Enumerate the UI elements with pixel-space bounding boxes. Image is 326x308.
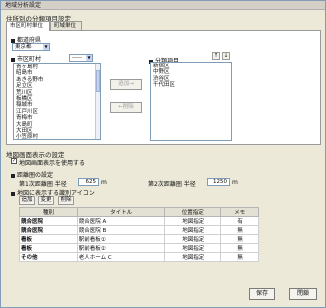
title-cell: 競合医院 A <box>76 216 166 226</box>
column-header-title[interactable]: タイトル <box>76 207 166 217</box>
classified-list-item[interactable]: 千代田区 <box>151 82 231 88</box>
icon-delete-button[interactable]: 削除 <box>58 196 74 205</box>
icon-add-button[interactable]: 追加 <box>19 196 35 205</box>
position-cell: 地図指定 <box>164 243 222 253</box>
first-radius-input[interactable]: 625 <box>78 178 99 186</box>
memo-cell: 有 <box>220 216 259 226</box>
table-row[interactable]: その他 老人ホーム C 地図指定無 <box>19 252 259 262</box>
save-button[interactable]: 保存 <box>249 288 275 300</box>
memo-cell: 無 <box>220 252 259 262</box>
first-radius-label: 第1次距離圏 半径 <box>19 181 67 188</box>
second-radius-unit: m <box>232 179 238 186</box>
city-list-item[interactable]: 小笠原村 <box>14 134 100 139</box>
city-filter-select[interactable]: ----- ▼ <box>69 54 93 62</box>
move-down-button[interactable]: ↓ <box>222 52 230 60</box>
table-row[interactable]: 競合医院 競合医院 B 地図指定無 <box>19 225 259 235</box>
radius-label: 距離圏の設定 <box>11 170 53 179</box>
bullet-icon <box>11 38 15 43</box>
type-cell: 看板 <box>19 243 78 253</box>
type-cell: 看板 <box>19 234 78 244</box>
scroll-thumb[interactable] <box>96 70 100 92</box>
title-cell: 老人ホーム C <box>76 252 166 262</box>
memo-cell: 無 <box>220 225 259 235</box>
table-row[interactable]: 競合医院 競合医院 A 地図指定有 <box>19 216 259 226</box>
title-cell: 駅前看板② <box>76 243 166 253</box>
bullet-icon <box>11 57 15 62</box>
tab-city-unit[interactable]: 市区町村単位 <box>6 21 50 31</box>
bullet-icon <box>11 173 15 178</box>
type-cell: 競合医院 <box>19 216 78 226</box>
chevron-down-icon: ▼ <box>43 44 49 50</box>
window-title: 地域分析設定 <box>1 1 325 10</box>
position-cell: 地図指定 <box>164 216 222 226</box>
position-cell: 地図指定 <box>164 234 222 244</box>
position-cell: 地図指定 <box>164 225 222 235</box>
bullet-icon <box>11 191 15 196</box>
memo-cell: 無 <box>220 234 259 244</box>
title-cell: 競合医院 B <box>76 225 166 235</box>
remove-button[interactable]: ←削除 <box>110 102 142 113</box>
type-cell: その他 <box>19 252 78 262</box>
second-radius-input[interactable]: 1250 <box>207 178 230 186</box>
map-display-checkbox[interactable]: ✓ <box>11 158 17 164</box>
map-display-label: 地図画面表示を使用する <box>19 160 86 167</box>
settings-window: 地域分析設定 住所別の分類項目設定 市区町村単位 町域単位 都道府県 東京都 ▼ … <box>0 0 326 308</box>
table-row[interactable]: 看板 駅前看板① 地図指定無 <box>19 234 259 244</box>
move-up-button[interactable]: ↑ <box>212 52 220 60</box>
city-label: 市区町村 <box>11 54 41 63</box>
type-cell: 競合医院 <box>19 225 78 235</box>
tab-town-unit[interactable]: 町域単位 <box>50 21 82 30</box>
memo-cell: 無 <box>220 243 259 253</box>
prefecture-select[interactable]: 東京都 ▼ <box>12 43 50 51</box>
add-button[interactable]: 追加→ <box>110 79 142 90</box>
tab-panel: 都道府県 東京都 ▼ 市区町村 ----- ▼ 青ヶ島村 昭島市 あきる野市 足立区 荒川区… <box>6 30 321 145</box>
first-radius-unit: m <box>101 179 107 186</box>
table-row[interactable]: 看板 駅前看板② 地図指定無 <box>19 243 259 253</box>
city-list-scrollbar[interactable] <box>95 64 100 139</box>
position-cell: 地図指定 <box>164 252 222 262</box>
column-header-type[interactable]: 種別 <box>19 207 78 217</box>
city-list[interactable]: 青ヶ島村 昭島市 あきる野市 足立区 荒川区 板橋区 稲城市 江戸川区 青梅市 大島町 大田区 小笠原… <box>13 63 101 140</box>
title-cell: 駅前看板① <box>76 234 166 244</box>
icons-table: 種別 タイトル 位置指定 メモ 競合医院 競合医院 A 地図指定有競合医院 競合医院 … <box>19 207 259 262</box>
icon-edit-button[interactable]: 変更 <box>38 196 54 205</box>
column-header-position[interactable]: 位置指定 <box>164 207 222 217</box>
column-header-memo[interactable]: メモ <box>220 207 259 217</box>
chevron-down-icon: ▼ <box>86 55 92 61</box>
classified-list[interactable]: 新宿区 中野区 渋谷区 千代田区 <box>150 62 232 141</box>
second-radius-label: 第2次距離圏 半径 <box>148 181 196 188</box>
close-button[interactable]: 閉鎖 <box>289 288 317 300</box>
